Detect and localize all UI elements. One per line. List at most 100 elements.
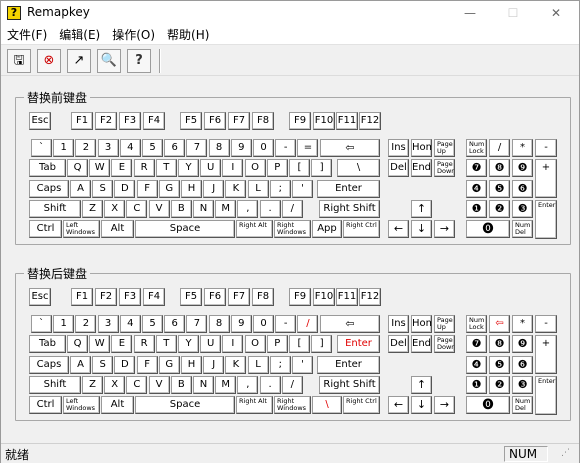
after-key-page-down[interactable]: Page Down — [434, 335, 455, 354]
before-key-symbol[interactable]: ❶ — [466, 199, 487, 218]
after-key-4[interactable]: 4 — [119, 315, 141, 333]
close-button[interactable]: ✕ — [541, 3, 571, 23]
after-key-1[interactable]: 1 — [53, 315, 75, 333]
after-key-symbol[interactable]: \ — [312, 396, 342, 415]
before-key-end[interactable]: End — [411, 159, 432, 178]
maximize-button[interactable]: ☐ — [498, 3, 528, 23]
before-key-z[interactable]: Z — [82, 199, 103, 218]
menu-help[interactable]: 帮助(H) — [161, 25, 215, 45]
before-key-num-lock[interactable]: Num Lock — [466, 139, 487, 157]
after-key-home[interactable]: Home — [411, 315, 432, 333]
after-key-a[interactable]: A — [70, 355, 91, 374]
after-key-p[interactable]: P — [266, 335, 288, 354]
after-key-symbol[interactable]: ❺ — [489, 355, 510, 374]
after-key-symbol[interactable]: * — [512, 315, 533, 333]
before-key-symbol[interactable]: → — [434, 220, 455, 239]
before-key-s[interactable]: S — [92, 179, 114, 198]
after-key-8[interactable]: 8 — [208, 315, 230, 333]
before-key-symbol[interactable]: . — [259, 199, 281, 218]
before-key-f11[interactable]: F11 — [336, 112, 358, 130]
before-key-tab[interactable]: Tab — [29, 159, 66, 178]
after-key-6[interactable]: 6 — [164, 315, 186, 333]
before-key-page-down[interactable]: Page Down — [434, 159, 455, 178]
after-key-f6[interactable]: F6 — [204, 288, 226, 306]
after-key-symbol[interactable]: ❾ — [512, 335, 533, 354]
before-key-symbol[interactable]: , — [237, 199, 259, 218]
after-key-s[interactable]: S — [92, 355, 114, 374]
before-key-f1[interactable]: F1 — [71, 112, 93, 130]
before-key-del[interactable]: Del — [388, 159, 409, 178]
after-key-i[interactable]: I — [222, 335, 244, 354]
remap-icon[interactable]: ↗ — [67, 49, 91, 73]
after-key-x[interactable]: X — [104, 375, 126, 394]
before-key-f3[interactable]: F3 — [119, 112, 141, 130]
after-key-f7[interactable]: F7 — [228, 288, 250, 306]
after-key-right-shift[interactable]: Right Shift — [319, 375, 380, 394]
before-key-enter[interactable]: Enter — [317, 179, 380, 198]
after-key-f4[interactable]: F4 — [143, 288, 165, 306]
after-key-symbol[interactable]: ⓿ — [466, 396, 510, 415]
before-key-9[interactable]: 9 — [230, 139, 252, 157]
before-key-symbol[interactable]: - — [275, 139, 297, 157]
before-key-symbol[interactable]: ' — [292, 179, 313, 198]
before-key-caps[interactable]: Caps — [29, 179, 69, 198]
after-key-f1[interactable]: F1 — [71, 288, 93, 306]
after-key-right-alt[interactable]: Right Alt — [236, 396, 273, 415]
after-key-symbol[interactable]: ` — [31, 315, 52, 333]
after-key-symbol[interactable]: ❽ — [489, 335, 510, 354]
after-key-space[interactable]: Space — [135, 396, 235, 415]
after-key-g[interactable]: G — [158, 355, 180, 374]
after-key-v[interactable]: V — [148, 375, 170, 394]
before-key-t[interactable]: T — [155, 159, 177, 178]
after-key-symbol[interactable]: ] — [311, 335, 333, 354]
after-key-enter[interactable]: Enter — [337, 335, 380, 354]
before-key-7[interactable]: 7 — [186, 139, 208, 157]
before-key-f4[interactable]: F4 — [143, 112, 165, 130]
after-key-symbol[interactable]: ⇦ — [320, 315, 380, 333]
after-key-3[interactable]: 3 — [97, 315, 119, 333]
after-key-caps[interactable]: Caps — [29, 355, 69, 374]
after-key-symbol[interactable]: ⇦ — [489, 315, 510, 333]
before-key-g[interactable]: G — [158, 179, 180, 198]
before-key-i[interactable]: I — [222, 159, 244, 178]
before-key-symbol[interactable]: + — [535, 159, 557, 199]
after-key-num-del[interactable]: Num Del — [512, 396, 533, 415]
after-key-symbol[interactable]: ❻ — [512, 355, 533, 374]
after-key-f5[interactable]: F5 — [180, 288, 202, 306]
before-key-left-windows[interactable]: Left Windows — [63, 220, 100, 239]
after-key-d[interactable]: D — [114, 355, 136, 374]
before-key-n[interactable]: N — [193, 199, 214, 218]
after-key-symbol[interactable]: - — [535, 315, 557, 333]
after-key-u[interactable]: U — [200, 335, 222, 354]
after-key-symbol[interactable]: ← — [388, 396, 409, 415]
before-key-symbol[interactable]: ← — [388, 220, 409, 239]
before-key-app[interactable]: App — [312, 220, 342, 239]
after-key-f9[interactable]: F9 — [289, 288, 311, 306]
after-key-symbol[interactable]: / — [281, 375, 303, 394]
help-icon[interactable]: ? — [127, 49, 151, 73]
before-key-w[interactable]: W — [89, 159, 111, 178]
before-key-symbol[interactable]: ❷ — [489, 199, 510, 218]
after-key-ins[interactable]: Ins — [388, 315, 409, 333]
after-key-shift[interactable]: Shift — [29, 375, 81, 394]
before-key-right-shift[interactable]: Right Shift — [319, 199, 380, 218]
before-key-0[interactable]: 0 — [253, 139, 274, 157]
before-key-num-del[interactable]: Num Del — [512, 220, 533, 239]
after-key-ctrl[interactable]: Ctrl — [29, 396, 62, 415]
menu-edit[interactable]: 编辑(E) — [53, 25, 106, 45]
after-key-page-up[interactable]: Page Up — [434, 315, 455, 333]
after-key-t[interactable]: T — [155, 335, 177, 354]
after-key-h[interactable]: H — [181, 355, 202, 374]
after-key-c[interactable]: C — [126, 375, 148, 394]
before-key-ins[interactable]: Ins — [388, 139, 409, 157]
after-key-right-ctrl[interactable]: Right Ctrl — [343, 396, 380, 415]
after-key-7[interactable]: 7 — [186, 315, 208, 333]
before-key-5[interactable]: 5 — [142, 139, 163, 157]
after-key-f3[interactable]: F3 — [119, 288, 141, 306]
before-key-symbol[interactable]: - — [535, 139, 557, 157]
after-key-symbol[interactable]: [ — [289, 335, 310, 354]
before-key-symbol[interactable]: ↑ — [411, 199, 432, 218]
before-key-f5[interactable]: F5 — [180, 112, 202, 130]
before-key-symbol[interactable]: ❽ — [489, 159, 510, 178]
before-key-home[interactable]: Home — [411, 139, 432, 157]
